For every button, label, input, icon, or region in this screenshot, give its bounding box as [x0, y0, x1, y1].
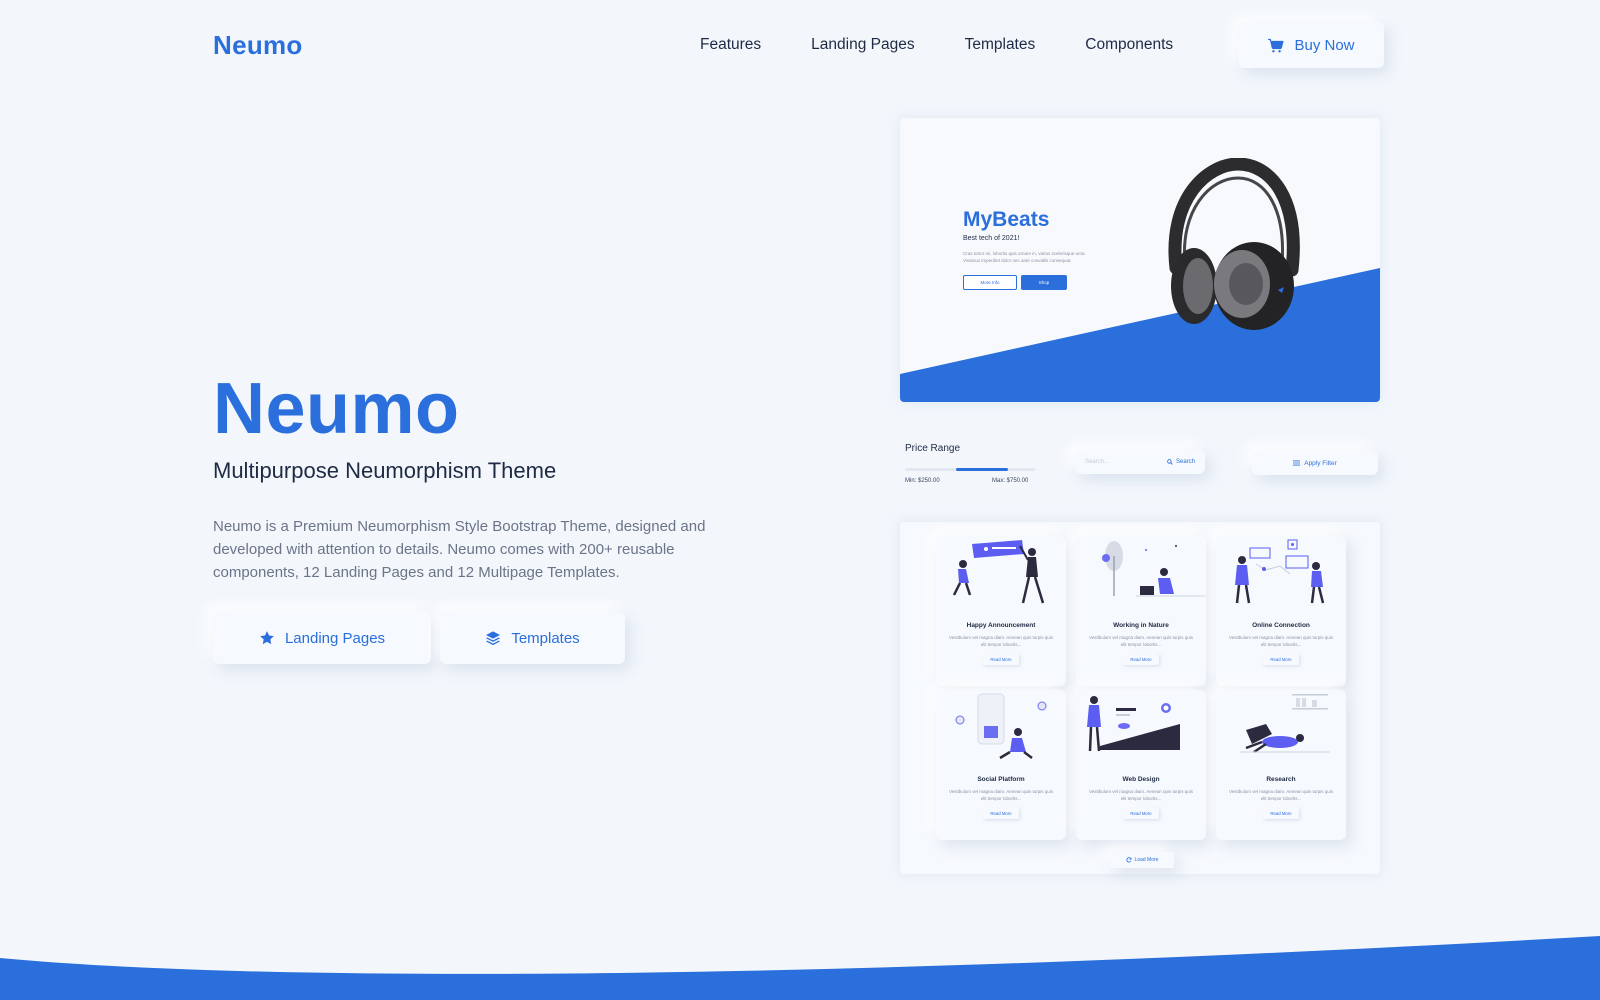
card-web-design: Web Design Vestibulum vel magna diam. Ae…	[1076, 690, 1206, 840]
announcement-illustration	[952, 540, 1045, 604]
filter-icon	[1293, 460, 1301, 466]
filter-bar-preview: Price Range Min: $250.00 Max: $750.00 Se…	[900, 430, 1380, 490]
card-title: Social Platform	[977, 776, 1025, 783]
buy-now-label: Buy Now	[1294, 36, 1355, 54]
price-range-label: Price Range	[905, 443, 961, 454]
card-online-connection: Online Connection Vestibulum vel magna d…	[1216, 536, 1346, 686]
refresh-icon	[1126, 857, 1132, 863]
read-more-button[interactable]: Read More	[1263, 654, 1299, 665]
shop-button[interactable]: Shop	[1021, 275, 1067, 290]
card-description: Vestibulum vel magna diam. Aenean quis t…	[1228, 789, 1334, 801]
apply-filter-button[interactable]: Apply Filter	[1252, 451, 1378, 475]
bottom-wave-shape	[0, 936, 1600, 1000]
shop-label: Shop	[1038, 280, 1050, 285]
card-social-platform: Social Platform Vestibulum vel magna dia…	[936, 690, 1066, 840]
search-button[interactable]: Search	[1157, 450, 1205, 474]
research-illustration	[1240, 694, 1330, 754]
cart-icon	[1268, 38, 1284, 53]
product-subtitle: Best tech of 2021!	[963, 235, 1020, 242]
search-icon	[1167, 459, 1173, 465]
connection-illustration	[1235, 539, 1325, 604]
card-description: Vestibulum vel magna diam. Aenean quis t…	[1228, 635, 1334, 647]
search-button-label: Search	[1175, 459, 1195, 465]
read-more-button[interactable]: Read More	[983, 808, 1019, 819]
card-description: Vestibulum vel magna diam. Aenean quis t…	[948, 789, 1054, 801]
star-icon	[260, 631, 274, 645]
read-more-button[interactable]: Read More	[1123, 654, 1159, 665]
nature-illustration	[1102, 541, 1206, 597]
hero-subtitle: Multipurpose Neumorphism Theme	[213, 458, 557, 483]
nav-features[interactable]: Features	[700, 36, 761, 54]
read-more-button[interactable]: Read More	[1123, 808, 1159, 819]
card-research: Research Vestibulum vel magna diam. Aene…	[1216, 690, 1346, 840]
read-more-button[interactable]: Read More	[1263, 808, 1299, 819]
product-description: Cras tortor mi, lobortis quis ornare in,…	[963, 251, 1086, 263]
social-illustration	[955, 693, 1047, 760]
card-description: Vestibulum vel magna diam. Aenean quis t…	[1088, 789, 1194, 801]
load-more-button[interactable]: Load More	[1110, 852, 1174, 868]
more-info-button[interactable]: More Info	[963, 275, 1017, 290]
layers-icon	[486, 631, 501, 646]
card-title: Research	[1266, 776, 1296, 783]
price-min-label: Min: $250.00	[905, 478, 940, 484]
templates-button[interactable]: Templates	[440, 612, 625, 664]
card-description: Vestibulum vel magna diam. Aenean quis t…	[948, 635, 1054, 647]
card-grid-preview: Happy Announcement Vestibulum vel magna …	[900, 522, 1380, 874]
card-description: Vestibulum vel magna diam. Aenean quis t…	[1088, 635, 1194, 647]
card-title: Web Design	[1122, 776, 1160, 783]
product-banner-preview: MyBeats Best tech of 2021! Cras tortor m…	[900, 118, 1380, 402]
card-title: Happy Announcement	[966, 622, 1036, 629]
buy-now-button[interactable]: Buy Now	[1238, 22, 1384, 68]
headphones-image	[1168, 158, 1300, 330]
brand-logo[interactable]: Neumo	[213, 30, 303, 61]
nav-landing-pages[interactable]: Landing Pages	[811, 36, 914, 54]
templates-label: Templates	[511, 629, 580, 647]
price-max-label: Max: $750.00	[992, 478, 1029, 484]
apply-filter-label: Apply Filter	[1304, 459, 1337, 467]
landing-pages-label: Landing Pages	[284, 629, 386, 647]
search-group: Search... Search	[1075, 450, 1205, 474]
hero-description: Neumo is a Premium Neumorphism Style Boo…	[213, 518, 706, 581]
nav-templates[interactable]: Templates	[965, 36, 1036, 54]
price-range-fill	[955, 468, 1008, 471]
read-more-button[interactable]: Read More	[983, 654, 1019, 665]
main-nav: Features Landing Pages Templates Compone…	[700, 36, 1173, 54]
webdesign-illustration	[1087, 696, 1180, 752]
price-range-slider[interactable]	[905, 468, 1035, 471]
nav-components[interactable]: Components	[1085, 36, 1173, 54]
more-info-label: More Info	[980, 280, 1000, 285]
card-title: Working in Nature	[1113, 622, 1169, 629]
product-title: MyBeats	[963, 208, 1050, 231]
search-input[interactable]: Search...	[1075, 459, 1157, 465]
landing-pages-button[interactable]: Landing Pages	[213, 612, 431, 664]
card-working-in-nature: Working in Nature Vestibulum vel magna d…	[1076, 536, 1206, 686]
hero-title: Neumo	[213, 369, 460, 449]
card-title: Online Connection	[1252, 622, 1310, 629]
card-happy-announcement: Happy Announcement Vestibulum vel magna …	[936, 536, 1066, 686]
load-more-label: Load More	[1134, 857, 1159, 863]
